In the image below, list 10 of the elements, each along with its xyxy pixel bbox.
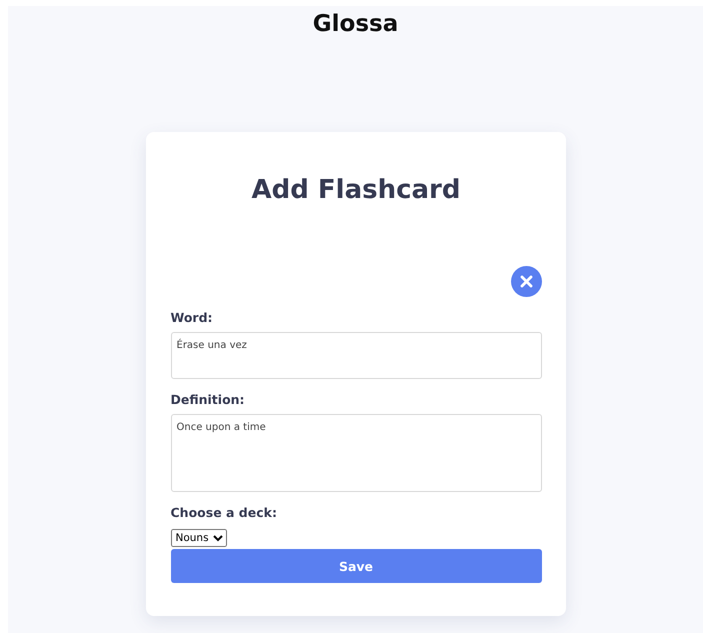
deck-dropdown[interactable]: Nouns xyxy=(170,529,226,547)
save-button[interactable]: Save xyxy=(170,549,542,583)
app-title: Glossa xyxy=(312,10,398,38)
word-field[interactable]: Érase una vez xyxy=(170,332,542,379)
form-heading: Add Flashcard xyxy=(250,174,462,207)
field-label: Definition: xyxy=(170,392,246,407)
field-label: Choose a deck: xyxy=(170,505,278,520)
field-label: Word: xyxy=(170,310,214,325)
definition-field[interactable]: Once upon a time xyxy=(170,414,542,492)
close-icon[interactable] xyxy=(510,266,542,297)
